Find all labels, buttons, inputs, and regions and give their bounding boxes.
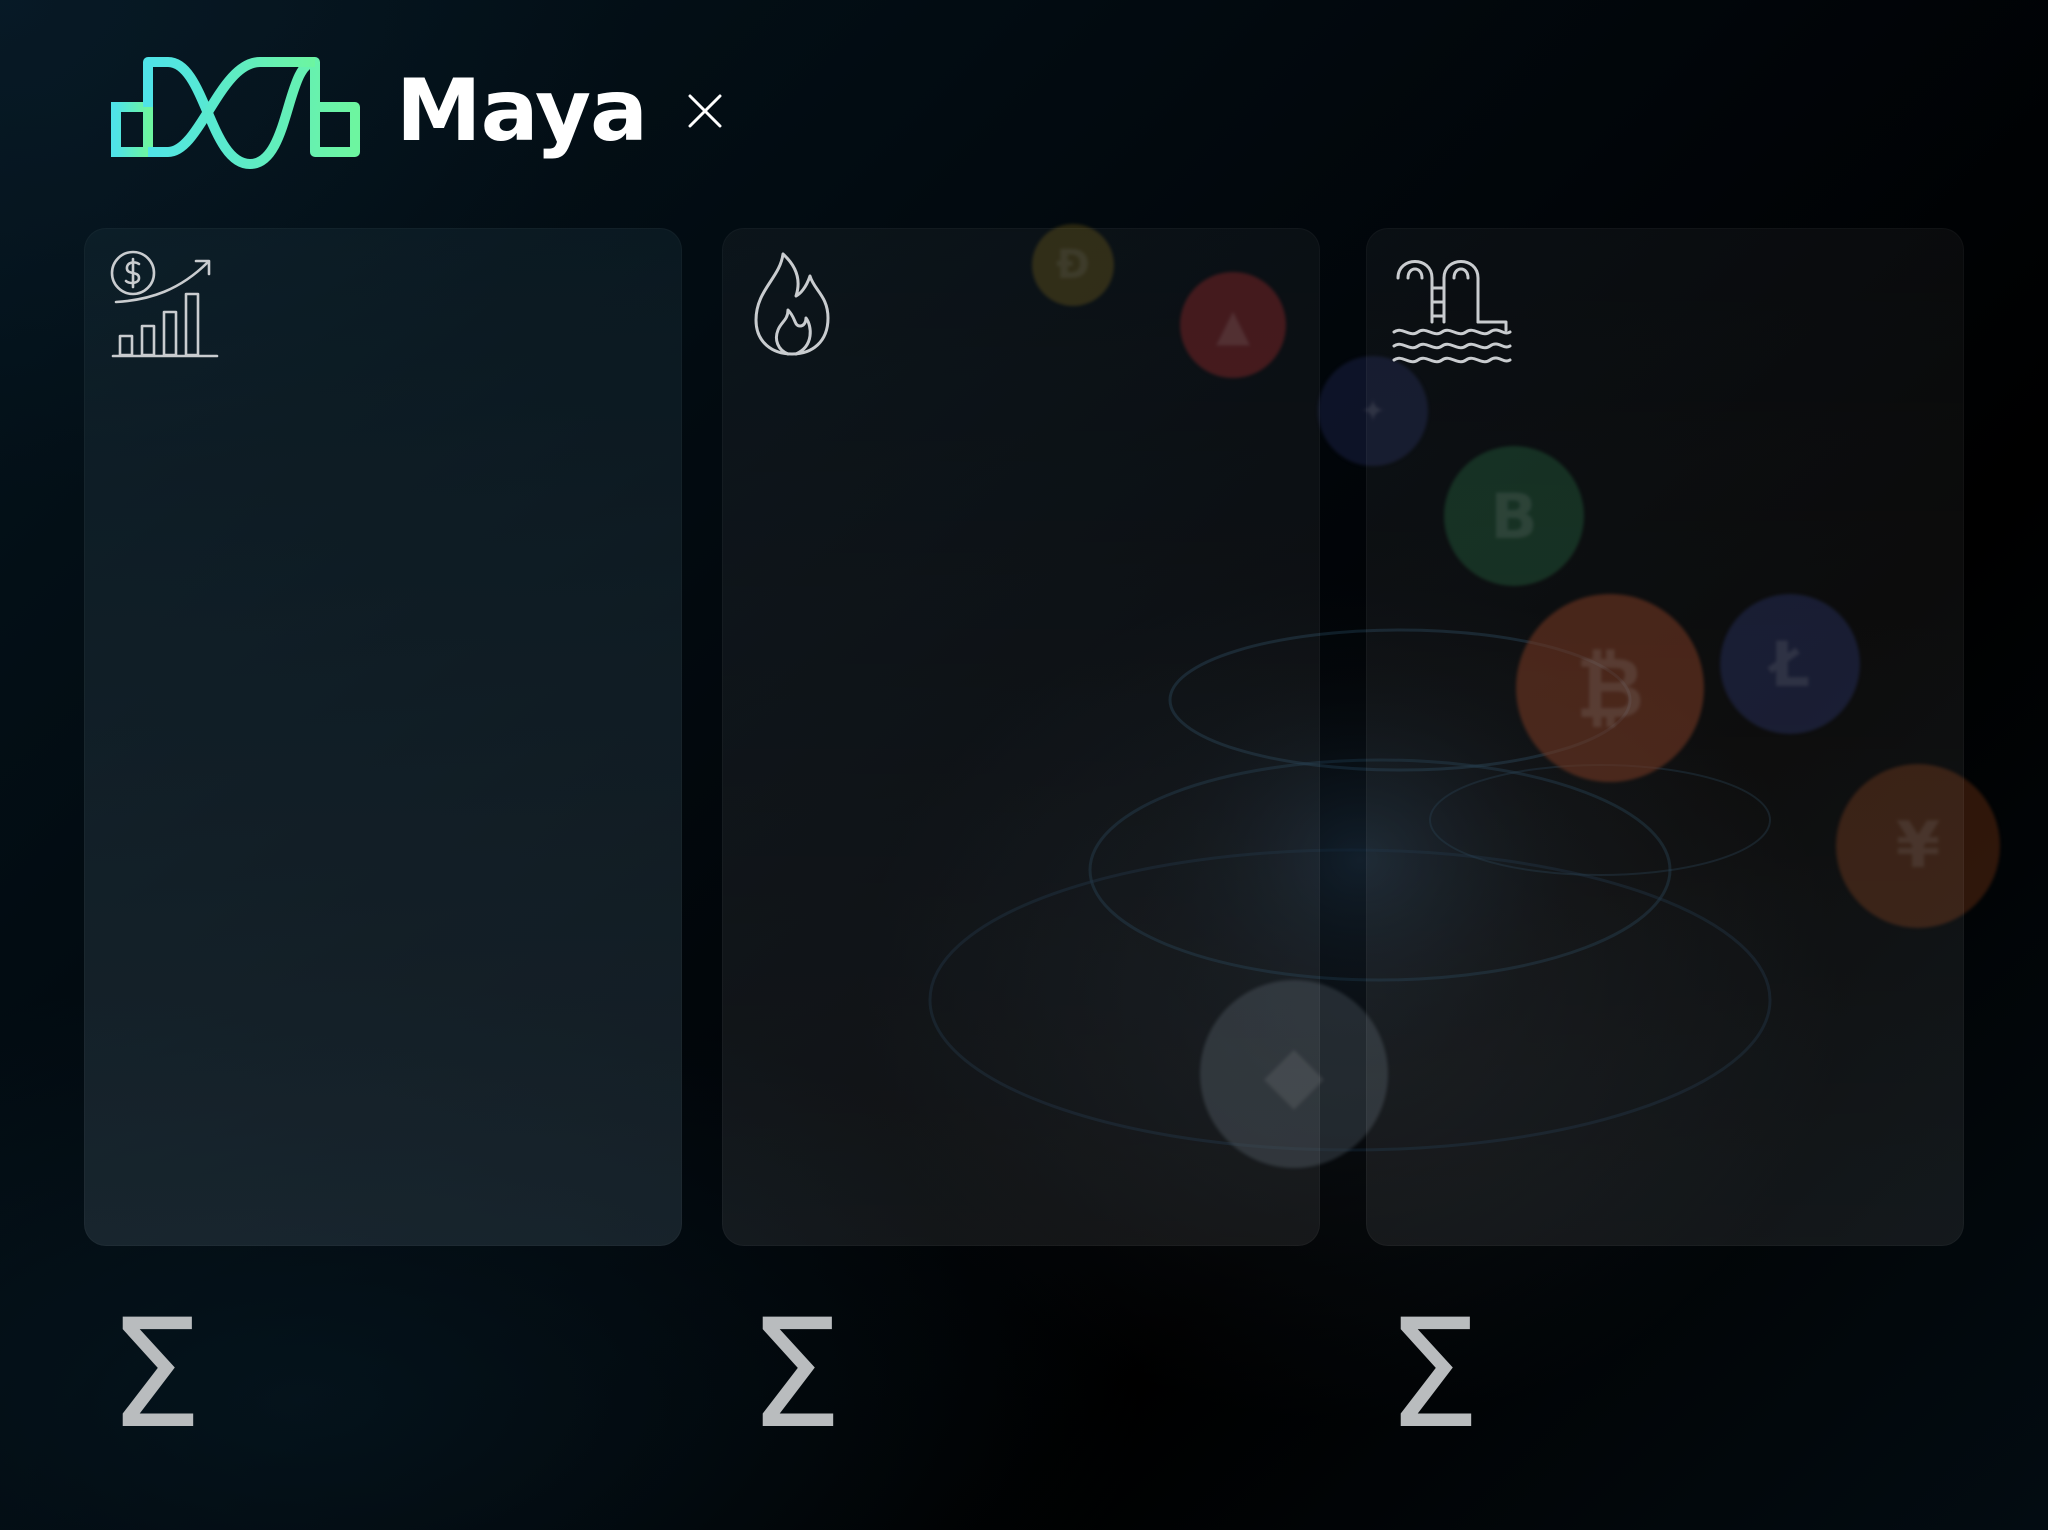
- close-button[interactable]: [685, 91, 725, 131]
- swimming-pool-icon: [1392, 260, 1512, 364]
- app-header: Maya: [110, 52, 725, 170]
- flame-icon: [754, 252, 830, 356]
- burn-card[interactable]: [722, 228, 1320, 1246]
- page: Ð ▲ ✦ B ₿ Ł ¥ ◆ Maya: [0, 0, 2048, 1530]
- maya-wave-logo-icon: [111, 57, 360, 169]
- revenue-growth-chart-icon: [110, 250, 219, 358]
- total-sigma-3: Σ: [1386, 1288, 1481, 1462]
- pool-card[interactable]: [1366, 228, 1964, 1246]
- close-icon: [688, 94, 722, 128]
- total-sigma-2: Σ: [748, 1288, 843, 1462]
- revenue-card[interactable]: [84, 228, 682, 1246]
- brand-name: Maya: [396, 61, 648, 161]
- total-sigma-1: Σ: [108, 1288, 203, 1462]
